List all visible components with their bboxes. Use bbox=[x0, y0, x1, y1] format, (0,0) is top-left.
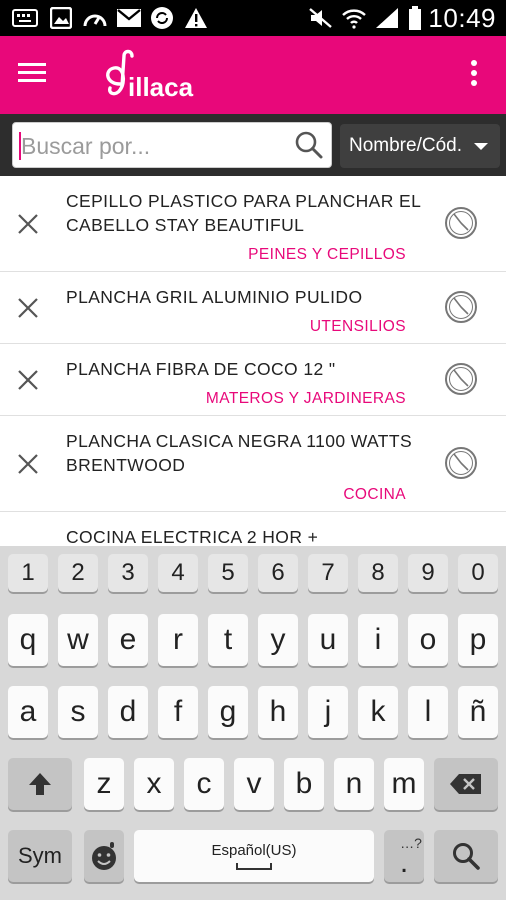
key-k[interactable]: k bbox=[358, 686, 398, 738]
key-r[interactable]: r bbox=[158, 614, 198, 666]
status-time: 10:49 bbox=[428, 3, 496, 33]
key-l[interactable]: l bbox=[408, 686, 448, 738]
key-g[interactable]: g bbox=[208, 686, 248, 738]
key-3[interactable]: 3 bbox=[108, 554, 148, 592]
key-w[interactable]: w bbox=[58, 614, 98, 666]
key-n-tilde[interactable]: ñ bbox=[458, 686, 498, 738]
item-title: PLANCHA CLASICA NEGRA 1100 WATTS BRENTWO… bbox=[66, 431, 413, 475]
keyboard-icon bbox=[10, 6, 40, 30]
key-8[interactable]: 8 bbox=[358, 554, 398, 592]
key-0[interactable]: 0 bbox=[458, 554, 498, 592]
logo-text: illaca bbox=[128, 72, 194, 102]
close-icon[interactable] bbox=[14, 210, 42, 238]
search-key[interactable] bbox=[434, 830, 498, 882]
item-title: PLANCHA FIBRA DE COCO 12 " bbox=[66, 359, 336, 379]
key-b[interactable]: b bbox=[284, 758, 324, 810]
key-9[interactable]: 9 bbox=[408, 554, 448, 592]
app-bar: illaca bbox=[0, 36, 506, 114]
key-h[interactable]: h bbox=[258, 686, 298, 738]
chevron-down-icon bbox=[474, 143, 488, 150]
item-title: PLANCHA GRIL ALUMINIO PULIDO bbox=[66, 287, 363, 307]
key-z[interactable]: z bbox=[84, 758, 124, 810]
space-key[interactable]: Español(US) bbox=[134, 830, 374, 882]
list-item[interactable]: CEPILLO PLASTICO PARA PLANCHAR EL CABELL… bbox=[0, 176, 506, 272]
signal-icon bbox=[372, 6, 402, 30]
key-t[interactable]: t bbox=[208, 614, 248, 666]
overflow-menu-button[interactable] bbox=[462, 60, 486, 94]
emoji-key[interactable] bbox=[84, 830, 124, 882]
key-d[interactable]: d bbox=[108, 686, 148, 738]
key-p[interactable]: p bbox=[458, 614, 498, 666]
filter-dropdown-label: Nombre/Cód. bbox=[349, 135, 462, 156]
key-j[interactable]: j bbox=[308, 686, 348, 738]
key-q[interactable]: q bbox=[8, 614, 48, 666]
item-title: COCINA ELECTRICA 2 HOR + bbox=[66, 527, 319, 546]
list-item[interactable]: PLANCHA FIBRA DE COCO 12 " MATEROS Y JAR… bbox=[0, 344, 506, 416]
image-icon bbox=[48, 6, 74, 30]
soft-keyboard: 1 2 3 4 5 6 7 8 9 0 q w e r t y u i o p … bbox=[0, 546, 506, 900]
sync-icon bbox=[148, 6, 176, 30]
clock-icon[interactable] bbox=[444, 206, 478, 240]
key-e[interactable]: e bbox=[108, 614, 148, 666]
speedometer-icon bbox=[80, 6, 110, 30]
list-item[interactable]: PLANCHA GRIL ALUMINIO PULIDO UTENSILIOS bbox=[0, 272, 506, 344]
menu-button[interactable] bbox=[18, 58, 62, 92]
mail-icon bbox=[114, 6, 144, 30]
space-bar-icon bbox=[236, 863, 272, 870]
shift-key[interactable] bbox=[8, 758, 72, 810]
key-2[interactable]: 2 bbox=[58, 554, 98, 592]
period-label: . bbox=[399, 846, 409, 879]
key-a[interactable]: a bbox=[8, 686, 48, 738]
close-icon[interactable] bbox=[14, 450, 42, 478]
list-item[interactable]: PLANCHA CLASICA NEGRA 1100 WATTS BRENTWO… bbox=[0, 416, 506, 512]
period-key[interactable]: …? . bbox=[384, 830, 424, 882]
key-y[interactable]: y bbox=[258, 614, 298, 666]
wifi-icon bbox=[340, 6, 368, 30]
emoji-icon bbox=[92, 842, 116, 870]
search-icon[interactable] bbox=[293, 129, 325, 161]
clock-icon[interactable] bbox=[444, 446, 478, 480]
item-title: CEPILLO PLASTICO PARA PLANCHAR EL CABELL… bbox=[66, 191, 421, 235]
results-list: CEPILLO PLASTICO PARA PLANCHAR EL CABELL… bbox=[0, 176, 506, 546]
app-logo: illaca bbox=[100, 46, 220, 102]
key-v[interactable]: v bbox=[234, 758, 274, 810]
item-category: UTENSILIOS bbox=[309, 318, 406, 335]
warning-icon bbox=[182, 6, 210, 30]
sym-key[interactable]: Sym bbox=[8, 830, 72, 882]
key-1[interactable]: 1 bbox=[8, 554, 48, 592]
key-n[interactable]: n bbox=[334, 758, 374, 810]
key-4[interactable]: 4 bbox=[158, 554, 198, 592]
key-x[interactable]: x bbox=[134, 758, 174, 810]
status-bar: 10:49 bbox=[0, 0, 506, 36]
key-s[interactable]: s bbox=[58, 686, 98, 738]
backspace-icon bbox=[450, 774, 481, 794]
filter-dropdown[interactable]: Nombre/Cód. bbox=[340, 124, 500, 168]
item-category: COCINA bbox=[343, 486, 406, 503]
clock-icon[interactable] bbox=[444, 362, 478, 396]
key-o[interactable]: o bbox=[408, 614, 448, 666]
battery-icon bbox=[404, 6, 426, 30]
list-item[interactable]: COCINA ELECTRICA 2 HOR + bbox=[0, 512, 506, 546]
key-c[interactable]: c bbox=[184, 758, 224, 810]
key-f[interactable]: f bbox=[158, 686, 198, 738]
mute-icon bbox=[306, 6, 336, 30]
close-icon[interactable] bbox=[14, 366, 42, 394]
clock-icon[interactable] bbox=[444, 290, 478, 324]
key-6[interactable]: 6 bbox=[258, 554, 298, 592]
key-5[interactable]: 5 bbox=[208, 554, 248, 592]
close-icon[interactable] bbox=[14, 294, 42, 322]
key-7[interactable]: 7 bbox=[308, 554, 348, 592]
key-i[interactable]: i bbox=[358, 614, 398, 666]
search-input[interactable] bbox=[21, 129, 291, 163]
item-category: PEINES Y CEPILLOS bbox=[248, 246, 406, 263]
backspace-key[interactable] bbox=[434, 758, 498, 810]
search-toolbar: Nombre/Cód. bbox=[0, 114, 506, 176]
item-category: MATEROS Y JARDINERAS bbox=[205, 390, 406, 407]
search-icon bbox=[453, 843, 480, 870]
shift-arrow-icon bbox=[29, 773, 51, 795]
key-u[interactable]: u bbox=[308, 614, 348, 666]
search-box[interactable] bbox=[12, 122, 332, 168]
key-m[interactable]: m bbox=[384, 758, 424, 810]
space-key-label: Español(US) bbox=[211, 842, 297, 859]
